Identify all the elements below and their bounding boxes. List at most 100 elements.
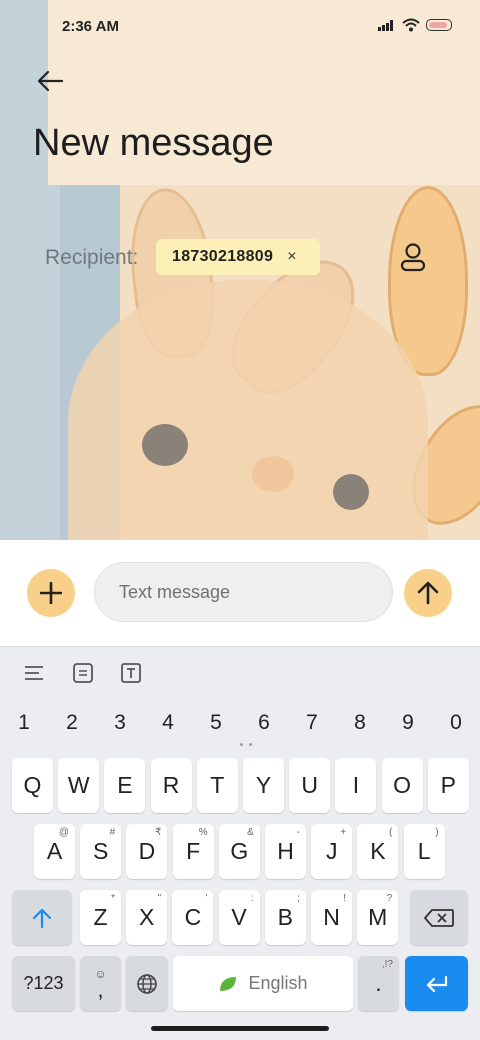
key-z[interactable]: * Z xyxy=(80,890,121,945)
key-v[interactable]: :V xyxy=(218,890,260,945)
number-key-7[interactable]: 7 xyxy=(288,703,336,743)
key-x[interactable]: " X xyxy=(126,890,168,945)
language-key[interactable] xyxy=(126,956,168,1011)
battery-icon xyxy=(426,19,452,31)
plus-icon xyxy=(40,582,62,604)
key-hint: % xyxy=(198,827,208,838)
key-label: G xyxy=(230,838,249,864)
symbols-key[interactable]: ?123 xyxy=(12,956,75,1011)
key-u[interactable]: U xyxy=(289,758,331,813)
key-o[interactable]: O xyxy=(381,758,423,813)
key-hint: ₹ xyxy=(155,827,162,838)
key-label: C xyxy=(184,904,202,930)
wallpaper-rabbit-eye-left xyxy=(142,424,188,466)
arrow-up-icon xyxy=(417,581,439,605)
key-w[interactable]: W xyxy=(58,758,100,813)
key-label: M xyxy=(368,904,388,930)
emoji-comma-key[interactable]: ☺ , xyxy=(80,956,121,1011)
keyboard: 1234567890 QWERTYUIOP @ A # S ₹ D% F & G - H + J(K) L… xyxy=(0,646,480,1040)
key-hint: # xyxy=(109,827,116,838)
key-n[interactable]: ! N xyxy=(311,890,352,945)
key-hint: ) xyxy=(435,827,439,838)
key-a[interactable]: @ A xyxy=(34,824,75,879)
globe-icon xyxy=(137,973,157,994)
keyboard-toolbar xyxy=(0,647,480,699)
key-i[interactable]: I xyxy=(335,758,377,813)
key-p[interactable]: P xyxy=(427,758,469,813)
enter-key[interactable] xyxy=(405,956,468,1011)
key-label: V xyxy=(231,904,247,930)
key-t[interactable]: T xyxy=(196,758,238,813)
key-b[interactable]: ; B xyxy=(264,890,306,945)
shift-key[interactable] xyxy=(12,890,72,945)
key-d[interactable]: ₹ D xyxy=(126,824,168,879)
key-y[interactable]: Y xyxy=(243,758,284,813)
number-key-0[interactable]: 0 xyxy=(432,703,480,743)
key-hint: * xyxy=(111,893,115,904)
lines-icon[interactable] xyxy=(22,661,46,685)
key-hint: + xyxy=(340,827,347,838)
key-r[interactable]: R xyxy=(150,758,192,813)
key-label: F xyxy=(186,838,201,864)
number-key-6[interactable]: 6 xyxy=(240,703,288,743)
status-icons xyxy=(378,18,452,32)
number-key-9[interactable]: 9 xyxy=(384,703,432,743)
send-button[interactable] xyxy=(404,569,452,617)
key-label: A xyxy=(46,838,63,864)
key-label: B xyxy=(277,904,293,930)
number-row: 1234567890 xyxy=(0,703,480,743)
key-j[interactable]: + J xyxy=(311,824,353,879)
page-title: New message xyxy=(33,122,274,164)
key-c[interactable]: ' C xyxy=(172,890,214,945)
recipient-label: Recipient: xyxy=(45,246,139,269)
key-hint: - xyxy=(296,827,300,838)
period-key[interactable]: ,!? . xyxy=(358,956,399,1011)
key-q[interactable]: Q xyxy=(12,758,53,813)
key-hint: & xyxy=(247,827,254,838)
number-key-2[interactable]: 2 xyxy=(48,703,96,743)
text-box-icon[interactable] xyxy=(119,661,143,685)
key-hint: @ xyxy=(58,827,69,838)
wifi-icon xyxy=(402,18,420,32)
key-hint: ! xyxy=(343,893,346,904)
backspace-key[interactable] xyxy=(410,890,468,945)
period-hint: ,!? xyxy=(381,959,393,970)
number-key-4[interactable]: 4 xyxy=(144,703,192,743)
key-label: X xyxy=(139,904,155,930)
number-key-5[interactable]: 5 xyxy=(192,703,240,743)
number-key-8[interactable]: 8 xyxy=(336,703,384,743)
key-hint: ( xyxy=(389,827,393,838)
key-hint: ; xyxy=(297,893,300,904)
person-icon xyxy=(400,243,426,272)
recipient-number: 18730218809 xyxy=(172,248,274,265)
number-key-1[interactable]: 1 xyxy=(0,703,48,743)
home-indicator[interactable] xyxy=(151,1026,329,1031)
key-f[interactable]: % F xyxy=(172,824,214,879)
back-button[interactable] xyxy=(30,62,70,100)
status-bar: 2:36 AM xyxy=(0,0,480,56)
key-s[interactable]: # S xyxy=(80,824,122,879)
key-e[interactable]: E xyxy=(104,758,146,813)
comma-label: , xyxy=(97,976,104,1002)
recipient-chip[interactable]: 18730218809 × xyxy=(156,239,320,275)
key-m[interactable]: ? M xyxy=(357,890,399,945)
key-hint: : xyxy=(250,893,254,904)
number-key-3[interactable]: 3 xyxy=(96,703,144,743)
status-time: 2:36 AM xyxy=(62,18,119,35)
message-input[interactable]: Text message xyxy=(94,562,393,622)
key-k[interactable]: (K xyxy=(357,824,399,879)
key-l[interactable]: ) L xyxy=(403,824,445,879)
add-attachment-button[interactable] xyxy=(27,569,75,617)
key-label: D xyxy=(138,838,156,864)
key-g[interactable]: & G xyxy=(218,824,260,879)
period-label: . xyxy=(375,970,382,996)
key-h[interactable]: -H xyxy=(265,824,306,879)
add-contact-button[interactable] xyxy=(395,238,431,276)
space-key[interactable]: English xyxy=(173,956,353,1011)
document-icon[interactable] xyxy=(71,661,95,685)
remove-recipient-button[interactable]: × xyxy=(287,248,296,266)
wallpaper-rabbit-head xyxy=(68,280,428,540)
key-hint: ? xyxy=(386,893,393,904)
wallpaper-rabbit-eye-right xyxy=(333,474,369,510)
key-label: L xyxy=(417,838,431,864)
